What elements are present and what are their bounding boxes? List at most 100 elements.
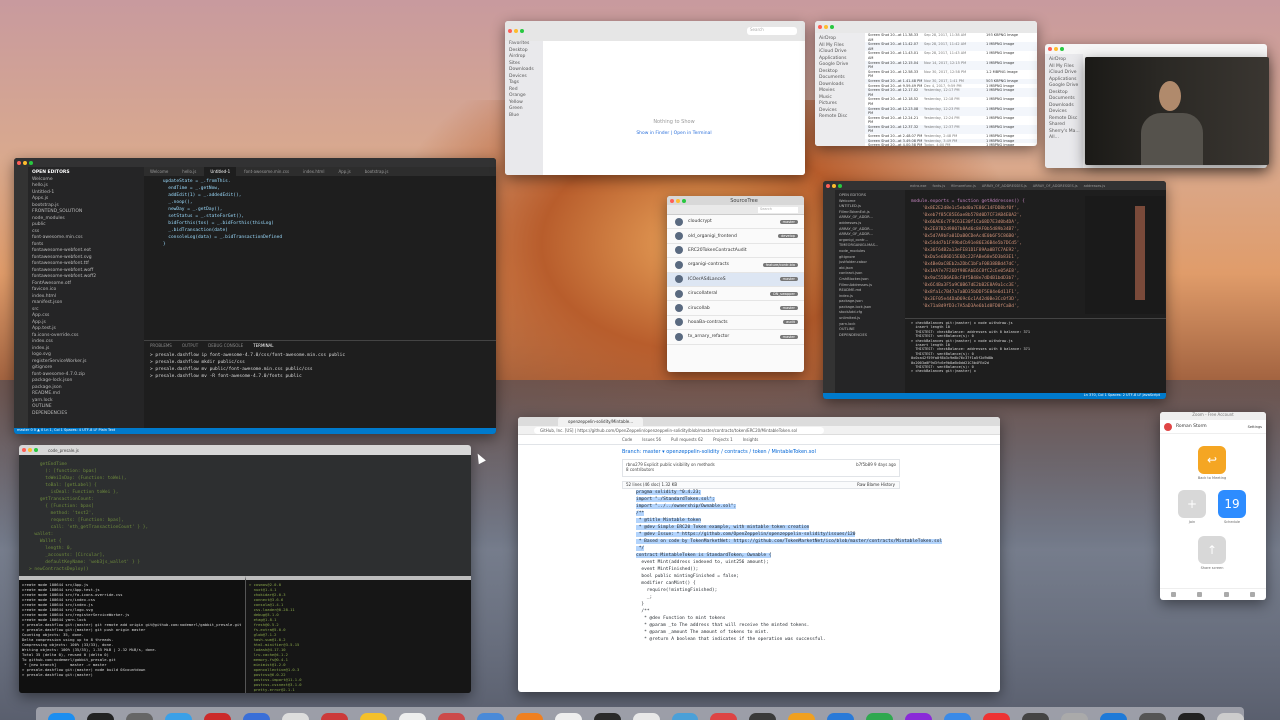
dock-app-icon[interactable]: [1217, 713, 1244, 720]
window-titlebar[interactable]: SourceTree: [667, 196, 804, 205]
activity-bar[interactable]: [14, 167, 28, 428]
dock-app-icon[interactable]: [320, 713, 348, 720]
dock-app-icon[interactable]: [905, 713, 933, 720]
finder-window-screenshots[interactable]: AirDrop All My Files iCloud Drive Applicati…: [815, 21, 1037, 146]
dock-app-icon[interactable]: [125, 713, 153, 720]
dock-app-icon[interactable]: [242, 713, 270, 720]
editor-tab[interactable]: font-awesome.min.css: [238, 167, 295, 176]
commit-hash[interactable]: b7f5b89 9 days ago: [856, 462, 896, 467]
repo-nav-tab[interactable]: Projects 1: [713, 437, 733, 442]
zoom-icon[interactable]: [520, 29, 524, 33]
dock-app-icon[interactable]: [554, 713, 582, 720]
explorer-item[interactable]: DEPENDENCIES: [835, 333, 905, 339]
zoom-button-schedule[interactable]: 19: [1218, 490, 1246, 518]
repo-item[interactable]: ERC20TokenContractAudit: [667, 244, 804, 259]
dock-app-icon[interactable]: [203, 713, 231, 720]
finder-window-empty[interactable]: Search Favorites Desktop Airdrop Sites Downl…: [505, 21, 805, 175]
minimap-slider[interactable]: [1135, 206, 1145, 300]
editor-tabs[interactable]: Welcome hello.js Untitled-1 font-awesome.mi…: [144, 167, 496, 176]
url-field[interactable]: GitHub, Inc. [US] | https://github.com/O…: [534, 426, 824, 434]
repo-item[interactable]: ICOerAS4LanceS master: [667, 272, 804, 287]
avatar[interactable]: [1164, 422, 1172, 431]
repo-item[interactable]: cirucollateral DN_swapper: [667, 287, 804, 302]
dock-app-icon[interactable]: [593, 713, 621, 720]
dock-app-icon[interactable]: [788, 713, 816, 720]
code-editor[interactable]: module.exports = function getAddresses()…: [905, 196, 1085, 314]
dock-app-icon[interactable]: [1022, 713, 1050, 720]
finder-sidebar[interactable]: Favorites Desktop Airdrop Sites Downloads Dev…: [505, 41, 543, 175]
file-row[interactable]: Screen Shot 20...at 12.23.08 PM Yesterday…: [865, 106, 1037, 116]
window-titlebar[interactable]: extra.exe fonts.js fillmorefunc.js ARRAY_OF…: [823, 181, 1166, 190]
finder-sidebar[interactable]: AirDrop All My Files iCloud Drive Applicati…: [1045, 54, 1083, 168]
browser-tab[interactable]: openzeppelin-solidity/Mintable...: [558, 417, 644, 426]
repo-item[interactable]: cirucollab master: [667, 301, 804, 316]
file-row[interactable]: Screen Shot 20...at 11.38.33 AM Sep 28, 2…: [865, 33, 1037, 42]
file-row[interactable]: Screen Shot 20...at 12.37.32 PM Yesterday…: [865, 124, 1037, 135]
settings-link[interactable]: Settings: [1248, 425, 1262, 429]
zoom-button-join[interactable]: +: [1178, 490, 1206, 518]
file-row[interactable]: Screen Shot 20...at 12.24.21 PM Yesterday…: [865, 116, 1037, 125]
dock-app-icon[interactable]: [86, 713, 114, 720]
integrated-terminal[interactable]: > checkBalances git:(master) x node with…: [905, 318, 1166, 393]
file-row[interactable]: Screen Shot 20...at 12.18.52 PM Yesterday…: [865, 97, 1037, 106]
file-row[interactable]: Screen Shot 20...at 12.58.33 PM Nov 30, 2…: [865, 70, 1037, 79]
search-input[interactable]: Search: [758, 207, 798, 213]
editor-tab[interactable]: ARRAY_OF_ADDRESSES.js: [982, 184, 1027, 188]
vscode-left-window[interactable]: OPEN EDITORS Welcome hello.js Untitled-1 Ap…: [14, 158, 496, 434]
dock[interactable]: [36, 707, 1244, 720]
repo-list[interactable]: cloudcrypt master old_organigi_frontend dev…: [667, 215, 804, 345]
contributors[interactable]: 8 contributors: [626, 467, 896, 472]
dock-app-icon[interactable]: [866, 713, 894, 720]
dock-app-icon[interactable]: [515, 713, 543, 720]
window-titlebar[interactable]: [14, 158, 496, 167]
editor-tab[interactable]: addresses.js: [1084, 184, 1106, 188]
dock-app-icon[interactable]: [671, 713, 699, 720]
zoom-icon[interactable]: [838, 183, 842, 188]
close-icon[interactable]: [826, 183, 830, 188]
minimize-icon[interactable]: [1054, 46, 1058, 51]
browser-tabs[interactable]: openzeppelin-solidity/Mintable...: [518, 417, 1000, 426]
sidebar-item[interactable]: All...: [1045, 135, 1083, 142]
dock-app-icon[interactable]: [983, 713, 1011, 720]
sidebar-item[interactable]: Blue: [505, 113, 543, 120]
file-row[interactable]: Screen Shot 20...at 4.00.58 PM Today, 4:0…: [865, 143, 1037, 146]
dock-app-icon[interactable]: [1139, 713, 1167, 720]
terminal-pane-npm[interactable]: > cosmos@2.0.0 nuxt@1.4.1 chokidar@2.0.3…: [245, 576, 471, 693]
meetings-icon[interactable]: [1223, 592, 1229, 597]
sidebar-item[interactable]: Remote Disc: [815, 114, 865, 121]
zoom-footer-nav[interactable]: [1160, 588, 1266, 600]
repo-item[interactable]: cloudcrypt master: [667, 215, 804, 230]
minimize-icon[interactable]: [514, 29, 518, 33]
search-input[interactable]: Search: [747, 27, 797, 35]
close-icon[interactable]: [818, 25, 822, 29]
file-row[interactable]: Screen Shot 20...at 11.43.01 AM Sep 28, 2…: [865, 51, 1037, 60]
terminal-pane-git[interactable]: create mode 100644 src/App.js create mode…: [19, 576, 245, 693]
editor-tab[interactable]: extra.exe: [910, 184, 926, 188]
editor-tab[interactable]: bootstrap.js: [359, 167, 395, 176]
repo-item[interactable]: organigi-contracts feature/contr-bia: [667, 258, 804, 273]
panel-tab[interactable]: TERMINAL: [253, 343, 273, 348]
sourcetree-toolbar[interactable]: Search: [667, 205, 804, 215]
file-buttons[interactable]: Raw Blame History: [857, 482, 895, 487]
dock-app-icon[interactable]: [710, 713, 738, 720]
code-editor[interactable]: updateState = _.fromThis. endTime = _.ge…: [144, 176, 496, 336]
bottom-panel[interactable]: PROBLEMS OUTPUT DEBUG CONSOLE TERMINAL > pr…: [144, 340, 496, 428]
repo-nav-tab[interactable]: Code: [622, 437, 632, 442]
close-icon[interactable]: [670, 198, 674, 203]
file-code[interactable]: pragma solidity ^0.4.23; import "./Standa…: [622, 489, 943, 643]
dock-app-icon[interactable]: [359, 713, 387, 720]
panel-tab[interactable]: DEBUG CONSOLE: [208, 343, 243, 348]
sidebar-item[interactable]: Google Drive: [1045, 83, 1083, 90]
minimap[interactable]: [1085, 196, 1165, 314]
repo-nav-tab[interactable]: Insights: [743, 437, 759, 442]
zoom-icon[interactable]: [29, 160, 33, 165]
contacts-icon[interactable]: [1250, 592, 1256, 597]
minimize-icon[interactable]: [23, 160, 27, 165]
close-icon[interactable]: [508, 29, 512, 33]
window-titlebar[interactable]: code_presale.js: [19, 445, 471, 455]
explorer-sidebar[interactable]: OPEN EDITORS Welcome UNTITLED.js FillmnToke…: [835, 190, 905, 393]
repo-item[interactable]: old_organigi_frontend develop: [667, 229, 804, 244]
file-row[interactable]: Screen Shot 20...at 12.17.02 PM Yesterday…: [865, 88, 1037, 98]
zoom-icon[interactable]: [682, 198, 686, 203]
dock-app-icon[interactable]: [281, 713, 309, 720]
